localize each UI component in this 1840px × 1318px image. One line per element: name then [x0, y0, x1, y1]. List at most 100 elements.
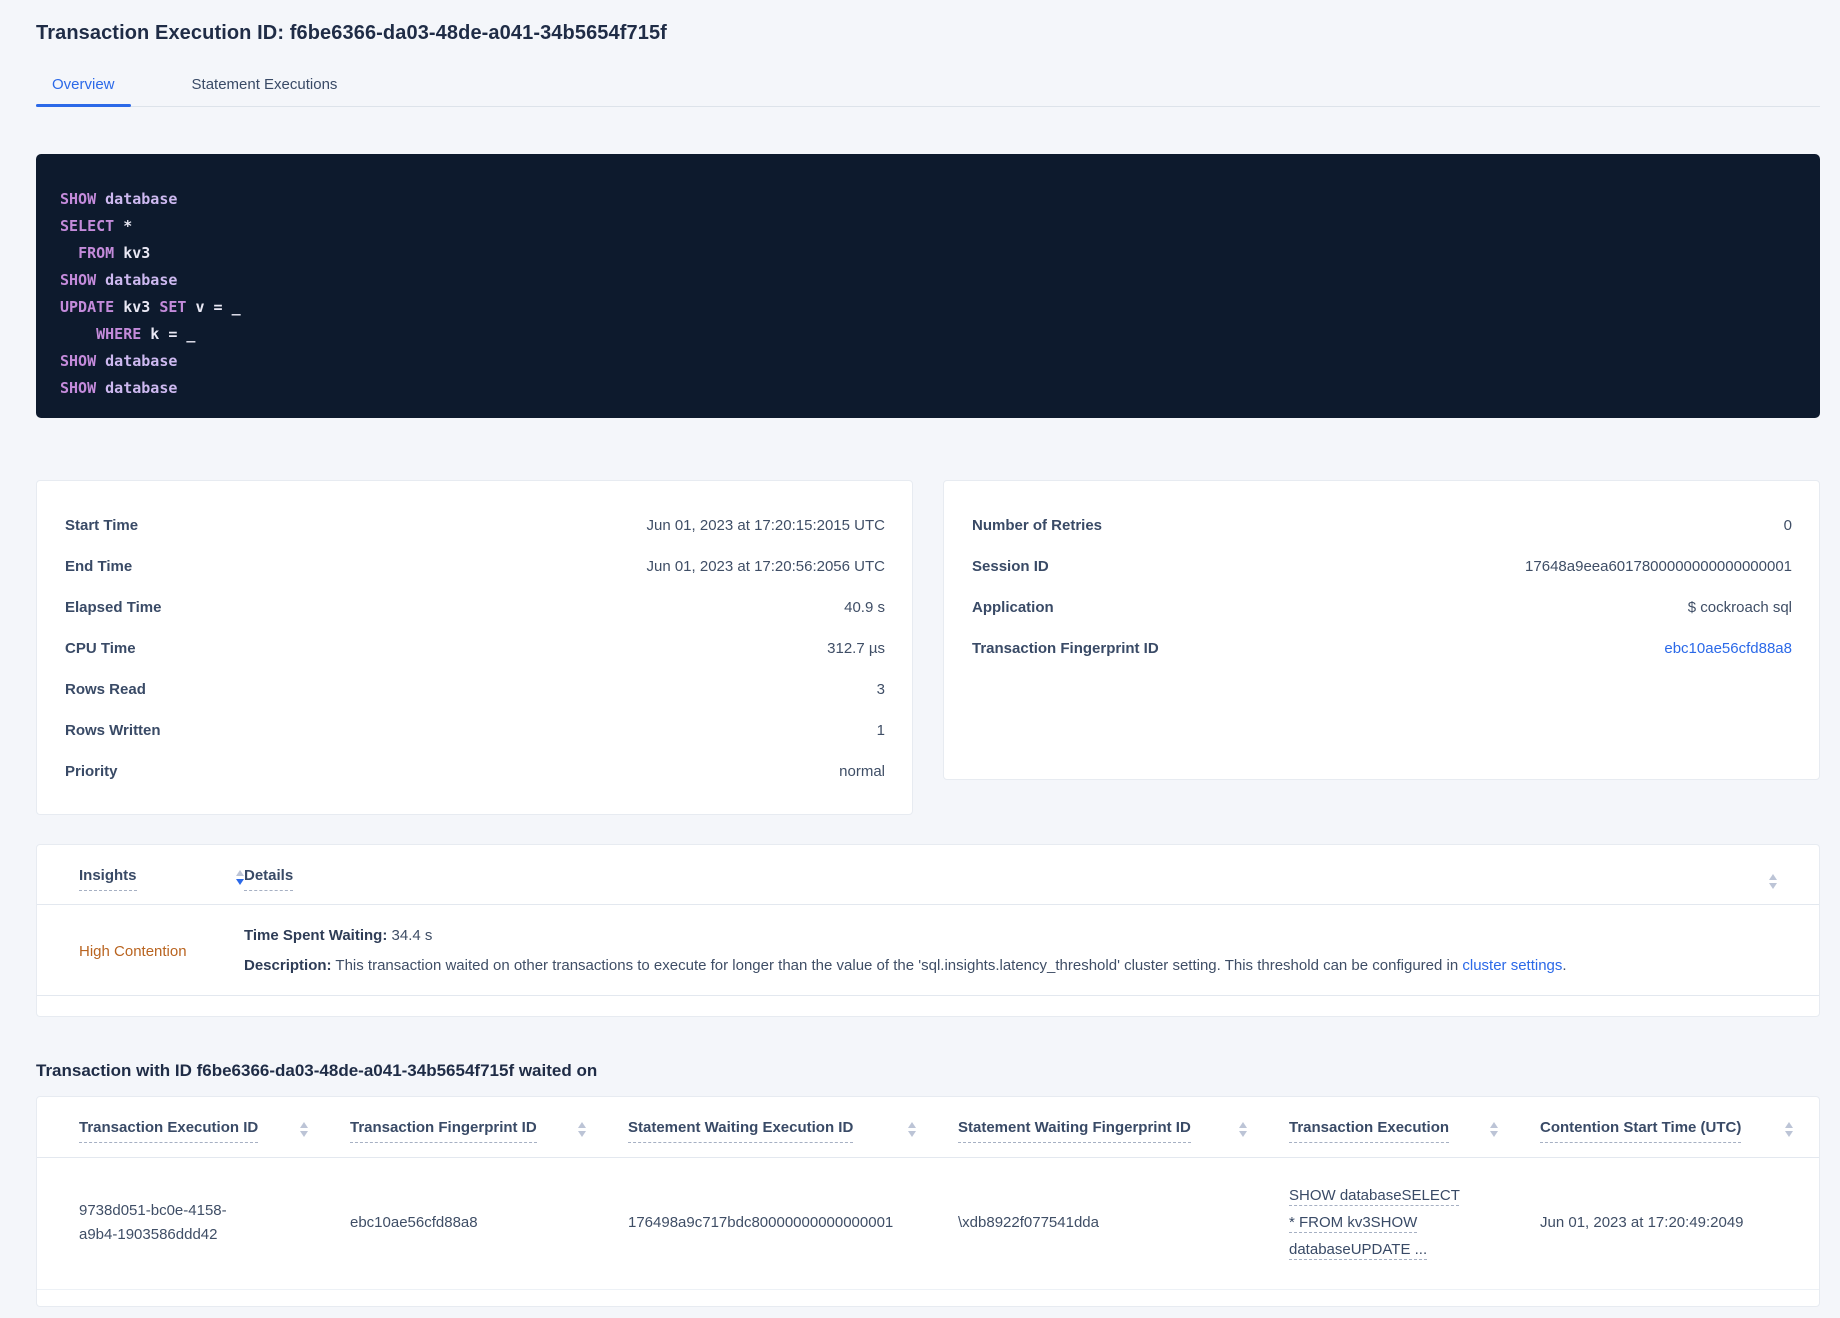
- row-value: 1: [876, 722, 885, 739]
- transaction-meta-card: Number of Retries 0 Session ID 17648a9ee…: [943, 480, 1820, 780]
- row-label: Rows Written: [65, 722, 161, 739]
- sort-down-icon: [1785, 1131, 1793, 1137]
- tab-overview[interactable]: Overview: [36, 67, 131, 107]
- column-header-contention-start-time[interactable]: Contention Start Time (UTC): [1540, 1119, 1799, 1143]
- waited-on-table-card: Transaction Execution ID Transaction Fin…: [36, 1096, 1820, 1307]
- cell-statement-waiting-execution-id: 176498a9c717bdc80000000000000001: [628, 1213, 894, 1231]
- cell-transaction-fingerprint-id: ebc10ae56cfd88a8: [350, 1213, 478, 1231]
- sort-up-icon: [908, 1122, 916, 1128]
- column-header-transaction-execution[interactable]: Transaction Execution: [1289, 1119, 1540, 1143]
- waited-on-section-title: Transaction with ID f6be6366-da03-48de-a…: [36, 1061, 598, 1080]
- sort-up-icon: [300, 1122, 308, 1128]
- cell-transaction-execution: SHOW databaseSELECT * FROM kv3SHOW datab…: [1289, 1182, 1540, 1263]
- time-spent-waiting-label: Time Spent Waiting:: [244, 927, 388, 944]
- tab-statement-executions[interactable]: Statement Executions: [176, 67, 354, 106]
- transaction-execution-preview-link[interactable]: SHOW databaseSELECT * FROM kv3SHOW datab…: [1289, 1182, 1467, 1263]
- cell-transaction-execution-id: 9738d051-bc0e-4158-a9b4-1903586ddd42: [79, 1201, 227, 1243]
- row-value: Jun 01, 2023 at 17:20:15:2015 UTC: [646, 517, 885, 534]
- column-label: Transaction Execution: [1289, 1119, 1450, 1143]
- insight-type-label: High Contention: [79, 942, 187, 960]
- description-period: .: [1562, 957, 1567, 974]
- sort-icon: [1785, 1122, 1793, 1137]
- sql-line: WHERE k = _: [96, 325, 196, 343]
- insights-column-header[interactable]: Insights: [79, 867, 244, 891]
- column-header-transaction-fingerprint-id[interactable]: Transaction Fingerprint ID: [350, 1119, 628, 1143]
- sort-down-icon: [578, 1131, 586, 1137]
- sql-statements-block: SHOW database SELECT * FROM kv3 SHOW dat…: [36, 154, 1820, 418]
- row-value: 17648a9eea6017800000000000000001: [1525, 558, 1792, 575]
- column-header-transaction-execution-id[interactable]: Transaction Execution ID: [79, 1119, 350, 1143]
- insights-table-header: Insights Details: [37, 845, 1819, 905]
- tab-overview-label: Overview: [52, 76, 115, 93]
- sql-line: SHOW database: [60, 190, 178, 208]
- insight-description: Description: This transaction waited on …: [244, 956, 1787, 976]
- sort-down-icon: [1769, 883, 1777, 889]
- column-header-statement-waiting-execution-id[interactable]: Statement Waiting Execution ID: [628, 1119, 958, 1143]
- details-column-header[interactable]: Details: [244, 867, 1769, 891]
- row-value: 40.9 s: [844, 599, 885, 616]
- row-value: $ cockroach sql: [1687, 599, 1792, 616]
- row-label: Elapsed Time: [65, 599, 162, 616]
- row-label: Number of Retries: [972, 517, 1103, 534]
- summary-row-application: Application $ cockroach sql: [972, 587, 1792, 628]
- row-label: End Time: [65, 558, 133, 575]
- sort-up-icon: [1490, 1122, 1498, 1128]
- cell-statement-waiting-fingerprint-id: \xdb8922f077541dda: [958, 1213, 1099, 1231]
- row-value: 312.7 µs: [827, 640, 885, 657]
- summary-row-rows-read: Rows Read 3: [65, 669, 885, 710]
- summary-row-priority: Priority normal: [65, 751, 885, 792]
- column-label: Contention Start Time (UTC): [1540, 1119, 1742, 1143]
- sort-icon: [908, 1122, 916, 1137]
- row-label: Start Time: [65, 517, 139, 534]
- sql-line: UPDATE kv3 SET v = _: [60, 298, 241, 316]
- waited-on-table-row: 9738d051-bc0e-4158-a9b4-1903586ddd42 ebc…: [37, 1158, 1819, 1290]
- transaction-details-page: Transaction Execution ID: f6be6366-da03-…: [0, 0, 1840, 1307]
- transaction-fingerprint-link[interactable]: ebc10ae56cfd88a8: [1664, 640, 1792, 657]
- description-label: Description:: [244, 957, 332, 974]
- sort-up-icon: [1769, 874, 1777, 880]
- insights-column-label: Insights: [79, 867, 137, 891]
- cluster-settings-link[interactable]: cluster settings: [1462, 957, 1562, 974]
- sort-down-icon: [1490, 1131, 1498, 1137]
- cell-contention-start-time: Jun 01, 2023 at 17:20:49:2049: [1540, 1213, 1744, 1231]
- sort-down-icon: [908, 1131, 916, 1137]
- row-label: Session ID: [972, 558, 1049, 575]
- sql-line: SELECT *: [60, 217, 133, 235]
- sql-line: SHOW database: [60, 271, 178, 289]
- table-sort-control[interactable]: [1769, 867, 1787, 889]
- sort-up-icon: [1785, 1122, 1793, 1128]
- tab-statement-executions-label: Statement Executions: [191, 76, 338, 93]
- page-title: Transaction Execution ID: f6be6366-da03-…: [36, 22, 667, 44]
- description-text: This transaction waited on other transac…: [331, 957, 1463, 974]
- sort-icon: [1490, 1122, 1498, 1137]
- summary-row-rows-written: Rows Written 1: [65, 710, 885, 751]
- sort-icon: [300, 1122, 308, 1137]
- sort-down-icon: [236, 879, 244, 885]
- summary-row-elapsed-time: Elapsed Time 40.9 s: [65, 587, 885, 628]
- sort-icon: [236, 870, 244, 885]
- row-label: Application: [972, 599, 1054, 616]
- column-header-statement-waiting-fingerprint-id[interactable]: Statement Waiting Fingerprint ID: [958, 1119, 1289, 1143]
- transaction-times-card: Start Time Jun 01, 2023 at 17:20:15:2015…: [36, 480, 913, 815]
- details-column-label: Details: [244, 867, 294, 891]
- summary-cards-row: Start Time Jun 01, 2023 at 17:20:15:2015…: [36, 480, 1820, 815]
- row-value: 0: [1783, 517, 1792, 534]
- sort-icon: [578, 1122, 586, 1137]
- row-value: normal: [839, 763, 885, 780]
- sort-up-icon: [1239, 1122, 1247, 1128]
- summary-row-cpu-time: CPU Time 312.7 µs: [65, 628, 885, 669]
- column-label: Statement Waiting Execution ID: [628, 1119, 854, 1143]
- sql-line: FROM kv3: [78, 244, 151, 262]
- row-value: 3: [876, 681, 885, 698]
- waited-on-table-header: Transaction Execution ID Transaction Fin…: [37, 1097, 1819, 1158]
- row-label: CPU Time: [65, 640, 136, 657]
- column-label: Transaction Execution ID: [79, 1119, 259, 1143]
- sort-down-icon: [300, 1131, 308, 1137]
- sort-icon: [1769, 874, 1777, 889]
- column-label: Statement Waiting Fingerprint ID: [958, 1119, 1191, 1143]
- summary-row-end-time: End Time Jun 01, 2023 at 17:20:56:2056 U…: [65, 546, 885, 587]
- summary-row-retries: Number of Retries 0: [972, 505, 1792, 546]
- time-spent-waiting: Time Spent Waiting: 34.4 s: [244, 926, 1787, 946]
- time-spent-waiting-value: 34.4 s: [387, 927, 433, 944]
- summary-row-start-time: Start Time Jun 01, 2023 at 17:20:15:2015…: [65, 505, 885, 546]
